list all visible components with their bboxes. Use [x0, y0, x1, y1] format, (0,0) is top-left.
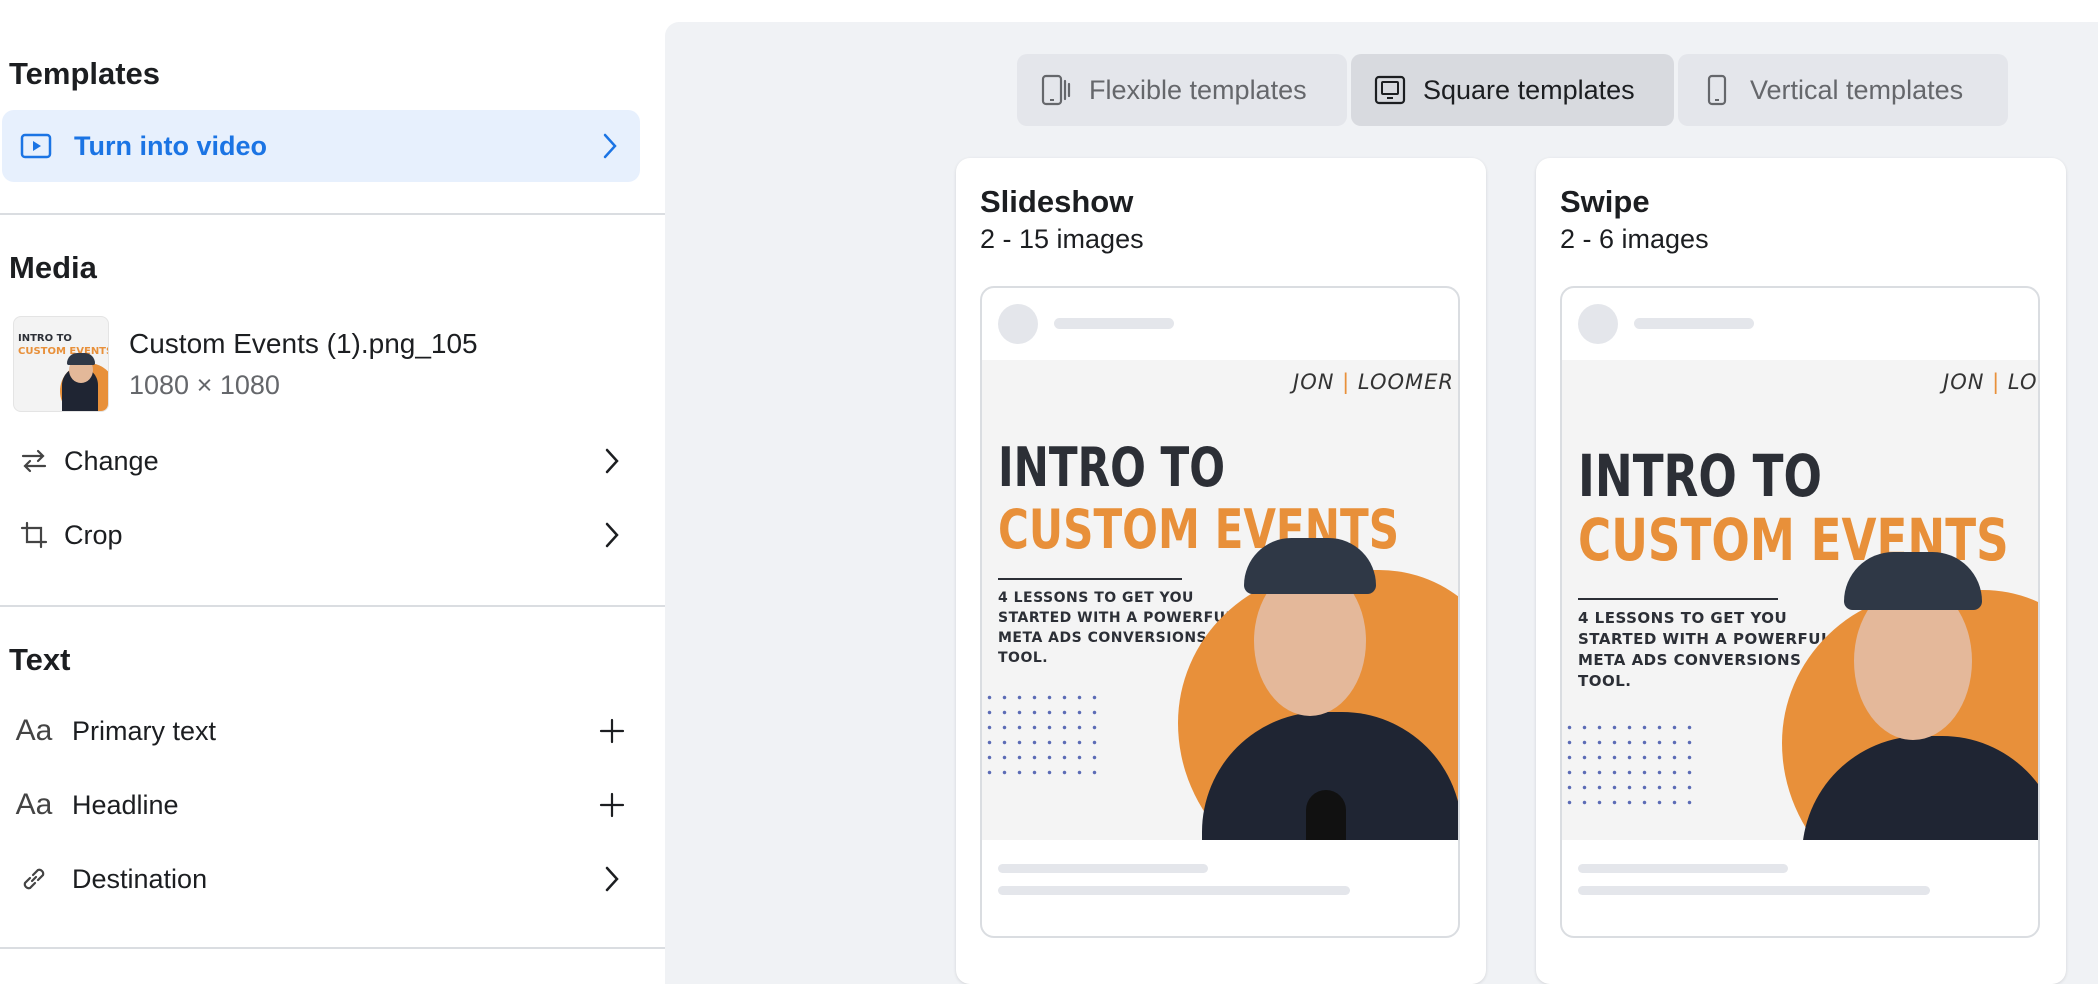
avatar-placeholder — [1578, 304, 1618, 344]
editor-sidebar: Templates Turn into video Media INTRO TO… — [0, 0, 665, 984]
creative-divider — [998, 578, 1182, 580]
tab-flexible-label: Flexible templates — [1089, 74, 1307, 105]
thumb-title-2: CUSTOM EVENTS — [18, 346, 109, 357]
thumb-title-1: INTRO TO — [18, 333, 72, 344]
plus-icon — [592, 711, 632, 751]
change-label: Change — [64, 445, 159, 476]
brand-logo: JON | LOOMER — [1943, 370, 2038, 394]
card-title: Slideshow — [980, 184, 1134, 219]
flexible-device-icon — [1039, 73, 1073, 107]
section-divider — [0, 605, 665, 607]
turn-into-video-label: Turn into video — [74, 130, 267, 161]
media-section-title: Media — [9, 250, 97, 285]
templates-section-title: Templates — [9, 56, 161, 91]
tab-square-label: Square templates — [1423, 74, 1635, 105]
tab-flexible-templates[interactable]: Flexible templates — [1017, 54, 1347, 126]
phone-icon — [1700, 73, 1734, 107]
add-headline-button[interactable]: Aa Headline — [0, 769, 642, 841]
text-section-title: Text — [9, 642, 71, 677]
tab-square-templates[interactable]: Square templates — [1351, 54, 1674, 126]
change-media-button[interactable]: Change — [0, 425, 642, 497]
crop-icon — [14, 515, 54, 555]
ad-preview: JON | LOOMER INTRO TO CUSTOM EVENTS 4 LE… — [1560, 286, 2040, 938]
play-video-icon — [16, 126, 56, 166]
headline-label: Headline — [72, 789, 179, 820]
ad-creative-image: JON | LOOMER INTRO TO CUSTOM EVENTS 4 LE… — [982, 360, 1458, 840]
chevron-right-icon — [592, 859, 632, 899]
plus-icon — [592, 785, 632, 825]
media-file-name: Custom Events (1).png_105 — [129, 327, 478, 359]
section-divider — [0, 213, 665, 215]
ad-creative-image: JON | LOOMER INTRO TO CUSTOM EVENTS 4 LE… — [1562, 360, 2038, 840]
add-primary-text-button[interactable]: Aa Primary text — [0, 695, 642, 767]
swap-arrows-icon — [14, 441, 54, 481]
card-title: Swipe — [1560, 184, 1650, 219]
creative-headline-1: INTRO TO — [1578, 442, 1822, 510]
text-placeholder — [998, 864, 1208, 873]
text-format-icon: Aa — [15, 714, 53, 747]
creative-headline-1: INTRO TO — [998, 436, 1226, 499]
text-format-icon: Aa — [15, 788, 53, 821]
text-placeholder — [998, 886, 1350, 895]
template-preview-panel: Flexible templates Square templates Vert… — [665, 22, 2098, 984]
brand-logo: JON | LOOMER — [1293, 370, 1454, 394]
media-thumbnail: INTRO TO CUSTOM EVENTS — [13, 316, 109, 412]
text-placeholder — [1578, 886, 1930, 895]
square-device-icon — [1373, 73, 1407, 107]
card-subtitle: 2 - 6 images — [1560, 224, 1709, 254]
dot-pattern — [982, 690, 1104, 778]
microphone — [1306, 790, 1346, 840]
media-dimensions: 1080 × 1080 — [129, 369, 280, 400]
ad-preview: JON | LOOMER INTRO TO CUSTOM EVENTS 4 LE… — [980, 286, 1460, 938]
template-card-swipe[interactable]: Swipe 2 - 6 images JON | LOOMER INTRO TO… — [1536, 158, 2066, 984]
dot-pattern — [1562, 720, 1692, 808]
chevron-right-icon — [592, 515, 632, 555]
media-item: INTRO TO CUSTOM EVENTS Custom Events (1)… — [13, 316, 653, 412]
primary-text-label: Primary text — [72, 715, 217, 746]
avatar-placeholder — [998, 304, 1038, 344]
chevron-right-icon — [590, 126, 630, 166]
tab-vertical-label: Vertical templates — [1750, 74, 1964, 105]
creative-divider — [1578, 598, 1778, 600]
destination-button[interactable]: Destination — [0, 843, 642, 915]
template-tabs: Flexible templates Square templates Vert… — [1017, 54, 2012, 126]
person-cap — [1244, 538, 1376, 594]
tab-vertical-templates[interactable]: Vertical templates — [1678, 54, 2008, 126]
name-placeholder — [1054, 318, 1174, 329]
text-placeholder — [1578, 864, 1788, 873]
person-cap — [1844, 552, 1982, 610]
card-subtitle: 2 - 15 images — [980, 224, 1144, 254]
template-card-slideshow[interactable]: Slideshow 2 - 15 images JON | LOOMER INT… — [956, 158, 1486, 984]
name-placeholder — [1634, 318, 1754, 329]
chevron-right-icon — [592, 441, 632, 481]
crop-label: Crop — [64, 519, 123, 550]
link-icon — [14, 859, 54, 899]
turn-into-video-button[interactable]: Turn into video — [2, 110, 640, 182]
section-divider — [0, 947, 665, 949]
crop-media-button[interactable]: Crop — [0, 499, 642, 571]
destination-label: Destination — [72, 863, 208, 894]
